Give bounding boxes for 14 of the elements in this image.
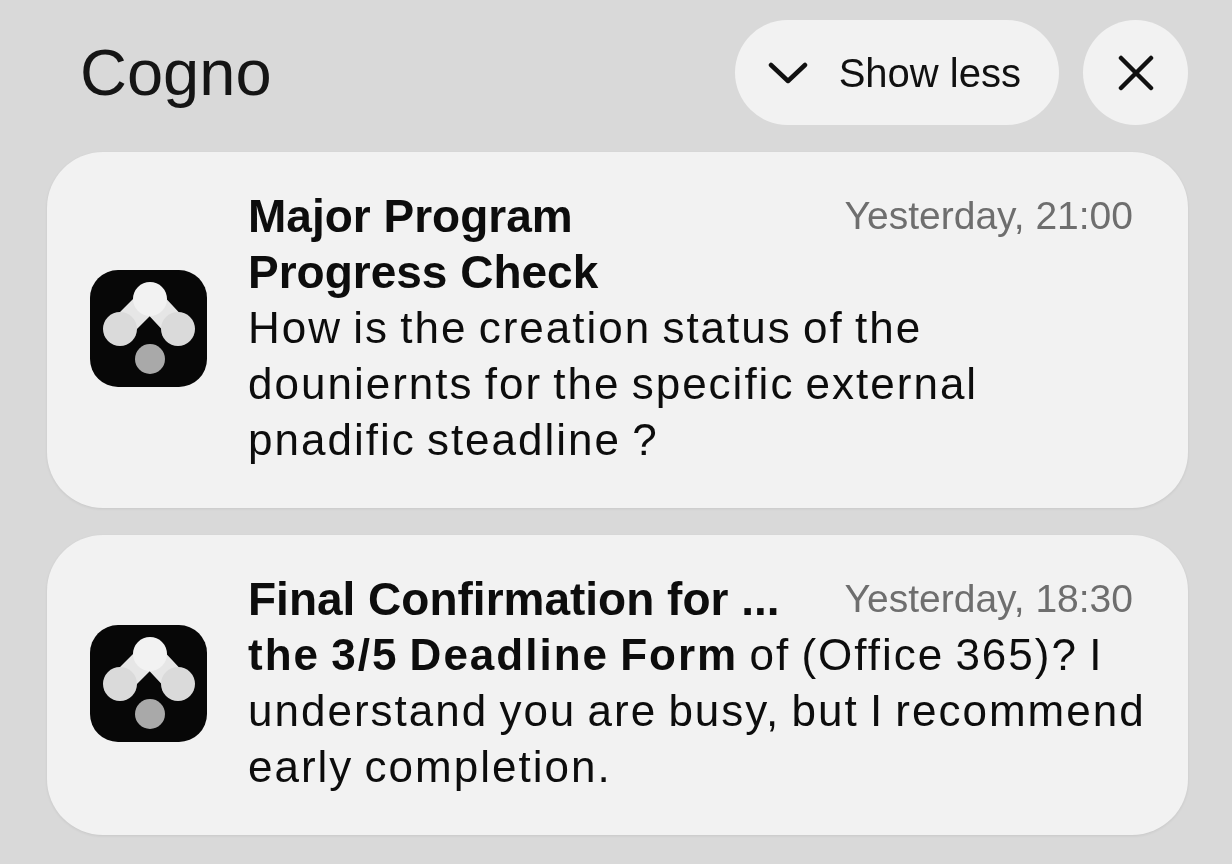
- notification-card[interactable]: Final Confirmation for ... Yesterday, 18:30 the 3/5 Deadline Form of (Office 365)? I understand you are busy, but I recommend early completion.: [47, 535, 1188, 835]
- app-icon: [90, 624, 207, 742]
- app-name: Cogno: [80, 34, 272, 111]
- close-icon: [1117, 54, 1154, 91]
- app-icon: [90, 269, 207, 387]
- notification-title: Final Confirmation for ...: [248, 572, 780, 627]
- notification-body: How is the creation status of the douniernts for the specific external pnadific steadline ?: [248, 302, 980, 466]
- chevron-down-icon: [767, 61, 808, 84]
- show-less-button[interactable]: Show less: [734, 20, 1059, 125]
- notification-card[interactable]: Major Program Progress Check Yesterday, 21:00 How is the creation status of the douniernts for the specific external pnadific steadline ?: [47, 152, 1188, 508]
- notification-title: Major Program Progress Check: [248, 189, 600, 300]
- notification-time: Yesterday, 21:00: [844, 193, 1133, 239]
- notification-time: Yesterday, 18:30: [844, 576, 1133, 622]
- notification-body: the 3/5 Deadline Form of (Office 365)? I understand you are busy, but I recommend early completion.: [248, 629, 1147, 793]
